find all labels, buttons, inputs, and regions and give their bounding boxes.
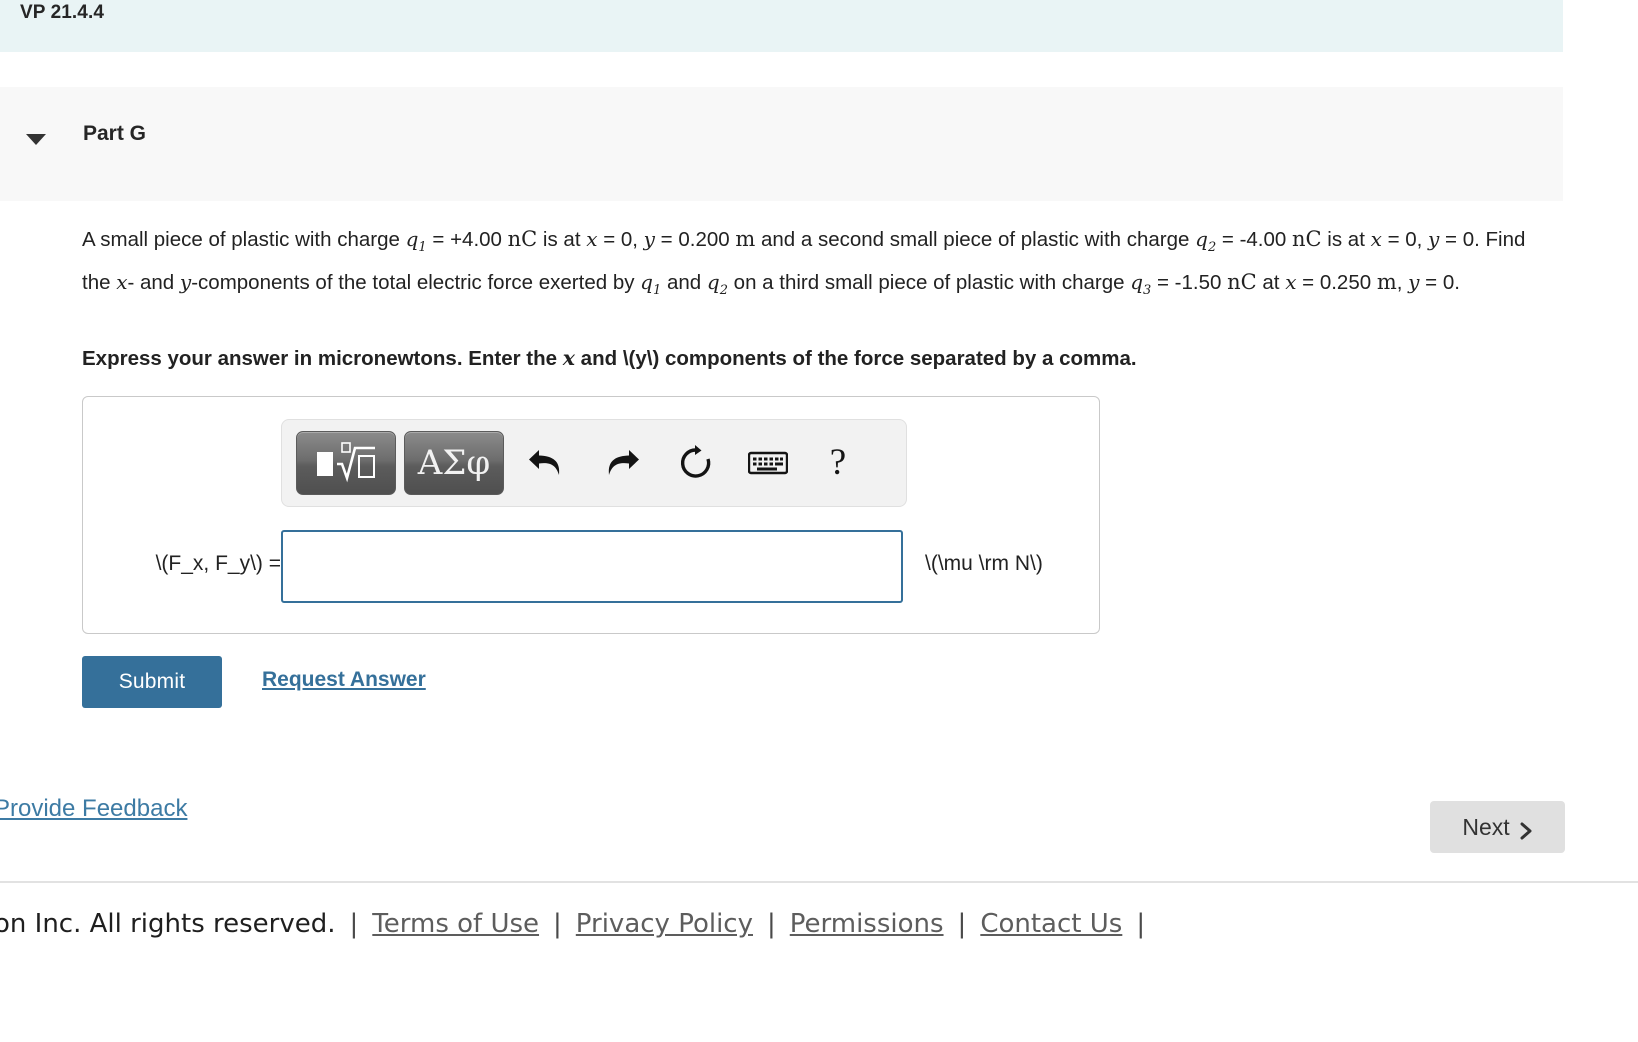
footer-separator: | <box>767 909 776 939</box>
footer-link-contact-us[interactable]: Contact Us <box>980 909 1122 939</box>
var-y: y <box>643 227 655 251</box>
unit-nanocoulomb: nC <box>507 227 538 251</box>
next-button[interactable]: Next <box>1430 801 1565 853</box>
answer-entry-row: \(F_x, F_y\) = \(\mu \rm N\) <box>83 523 1099 615</box>
undo-glyph <box>529 450 560 475</box>
statement-text: = 0.200 <box>654 228 736 251</box>
statement-text: = -4.00 <box>1216 228 1293 251</box>
statement-text: -components of the total electric force … <box>191 271 641 294</box>
answer-panel: ΑΣφ ? \(F_x, F_y\) = \(\mu \rm N\) <box>82 396 1100 634</box>
unit-meter: m <box>1376 270 1397 294</box>
chevron-right-glyph <box>1520 822 1532 840</box>
unit-meter: m <box>735 227 756 251</box>
footer-link-privacy-policy[interactable]: Privacy Policy <box>576 909 753 939</box>
problem-statement: A small piece of plastic with charge q1 … <box>82 222 1552 308</box>
statement-text: is at <box>1321 228 1371 251</box>
var-x: x <box>586 227 598 251</box>
charge-q1-symbol: q1 <box>640 270 662 298</box>
provide-feedback-link[interactable]: Provide Feedback <box>0 795 187 823</box>
exercise-title: VP 21.4.4 <box>20 2 105 23</box>
answer-unit-label: \(\mu \rm N\) <box>925 552 1043 575</box>
var-x: x <box>1285 270 1297 294</box>
template-matrix-glyph <box>317 442 375 483</box>
footer-separator: | <box>553 909 562 939</box>
caret-down-icon[interactable] <box>26 134 46 145</box>
answer-instruction: Express your answer in micronewtons. Ent… <box>82 343 1552 374</box>
footer-separator: | <box>1136 909 1146 939</box>
redo-icon[interactable] <box>596 437 648 489</box>
var-x: x <box>1370 227 1382 251</box>
unit-nanocoulomb: nC <box>1292 227 1322 251</box>
statement-text: = 0.250 <box>1296 271 1377 294</box>
exercise-header-bar: VP 21.4.4 <box>0 0 1563 52</box>
part-title: Part G <box>83 122 147 145</box>
footer-link-terms-of-use[interactable]: Terms of Use <box>372 909 539 939</box>
math-toolbar: ΑΣφ ? <box>281 419 907 507</box>
footer-separator: | <box>349 909 359 939</box>
keyboard-icon[interactable] <box>742 437 794 489</box>
charge-q3-symbol: q3 <box>1130 270 1152 298</box>
charge-q2-symbol: q2 <box>706 270 728 298</box>
var-y: y <box>1408 270 1420 294</box>
statement-text: and a second small piece of plastic with… <box>755 228 1196 251</box>
undo-icon[interactable] <box>520 437 572 489</box>
charge-q2-symbol: q2 <box>1195 227 1217 255</box>
redo-glyph <box>608 450 639 475</box>
problem-page: VP 21.4.4 Part G A small piece of plasti… <box>0 0 1638 1042</box>
next-button-label: Next <box>1462 813 1510 840</box>
footer: on Inc. All rights reserved. | Terms of … <box>0 909 1159 939</box>
statement-text: = 0. <box>1419 271 1460 294</box>
greek-symbols-button[interactable]: ΑΣφ <box>404 431 504 495</box>
answer-label: \(F_x, F_y\) = <box>155 552 281 575</box>
statement-text: = -1.50 <box>1151 271 1228 294</box>
instruction-text: Express your answer in micronewtons. Ent… <box>82 347 563 370</box>
part-header[interactable]: Part G <box>0 87 1563 201</box>
statement-text: = 0, <box>1381 228 1429 251</box>
help-icon[interactable]: ? <box>812 437 864 489</box>
chevron-right-icon <box>1519 819 1533 840</box>
statement-text: - and <box>127 271 180 294</box>
unit-nanocoulomb: nC <box>1227 270 1257 294</box>
var-x: x <box>116 270 128 294</box>
charge-q1-symbol: q1 <box>405 227 427 255</box>
reset-glyph <box>680 445 711 478</box>
statement-text: = +4.00 <box>426 228 508 251</box>
var-y: y <box>179 270 192 294</box>
answer-input[interactable] <box>281 530 903 603</box>
statement-text: on a third small piece of plastic with c… <box>727 271 1131 294</box>
statement-text: and <box>661 271 707 294</box>
template-matrix-icon[interactable] <box>296 431 396 495</box>
keyboard-glyph <box>748 451 788 475</box>
reset-icon[interactable] <box>670 437 722 489</box>
footer-separator: | <box>957 909 967 939</box>
statement-text: , <box>1396 271 1409 294</box>
var-y: y <box>1428 227 1440 251</box>
submit-button[interactable]: Submit <box>82 656 222 708</box>
instruction-text: and \(y\) components of the force separa… <box>574 347 1137 370</box>
statement-text: at <box>1256 271 1286 294</box>
instruction-var-x: x <box>562 346 575 370</box>
statement-text: is at <box>537 228 587 251</box>
statement-text: A small piece of plastic with charge <box>82 228 406 251</box>
request-answer-link[interactable]: Request Answer <box>262 668 426 692</box>
footer-divider <box>0 881 1638 883</box>
statement-text: = 0, <box>597 228 644 251</box>
copyright-text: on Inc. All rights reserved. <box>0 909 336 939</box>
footer-link-permissions[interactable]: Permissions <box>790 909 944 939</box>
